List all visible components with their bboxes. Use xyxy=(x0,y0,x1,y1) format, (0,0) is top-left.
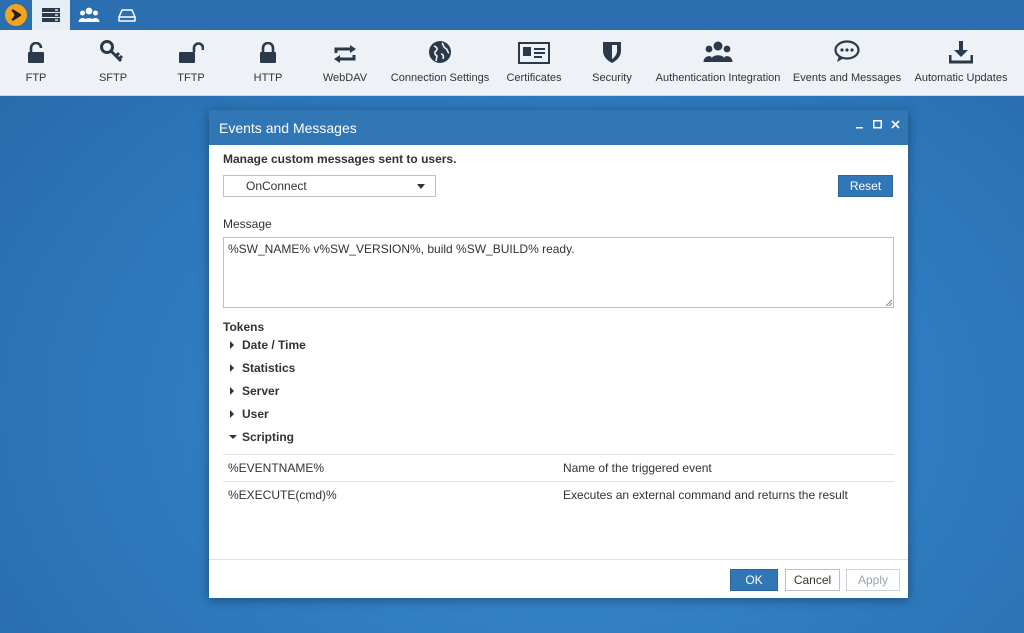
toolbar-label: Connection Settings xyxy=(390,72,490,84)
toolbar-item-ftp[interactable]: FTP xyxy=(16,30,56,96)
server-list-icon xyxy=(42,8,60,22)
dialog-title: Events and Messages xyxy=(219,119,357,136)
minimize-icon[interactable] xyxy=(856,121,864,129)
lock-open-icon xyxy=(28,42,44,63)
download-icon xyxy=(949,41,973,64)
app-logo[interactable] xyxy=(0,0,32,30)
reset-button[interactable]: Reset xyxy=(838,175,893,197)
ok-button[interactable]: OK xyxy=(730,569,778,591)
maximize-icon[interactable] xyxy=(873,120,882,129)
toolbar-item-tftp[interactable]: TFTP xyxy=(171,30,211,96)
token-description: Executes an external command and returns… xyxy=(563,488,848,502)
key-icon xyxy=(100,40,124,63)
token-group-label: Statistics xyxy=(242,361,296,375)
top-bar xyxy=(0,0,1024,30)
toolbar-label: HTTP xyxy=(253,72,283,84)
toolbar-item-certificates[interactable]: Certificates xyxy=(506,30,562,96)
lock-open-icon xyxy=(179,42,204,63)
app-logo-icon xyxy=(5,4,27,26)
caret-right-icon xyxy=(230,410,234,418)
tab-users[interactable] xyxy=(70,0,108,30)
lock-icon xyxy=(260,42,276,63)
users-icon xyxy=(703,41,733,62)
toolbar-item-automatic-updates[interactable]: Automatic Updates xyxy=(914,30,1008,96)
close-icon[interactable] xyxy=(891,120,900,129)
drive-icon xyxy=(118,9,136,22)
token-group-label: Server xyxy=(242,384,280,398)
dialog-body: Manage custom messages sent to users. On… xyxy=(209,145,908,559)
toolbar-item-connection-settings[interactable]: Connection Settings xyxy=(390,30,490,96)
resize-grip-icon[interactable] xyxy=(885,299,893,307)
toolbar-item-sftp[interactable]: SFTP xyxy=(93,30,133,96)
toolbar-item-webdav[interactable]: WebDAV xyxy=(320,30,370,96)
tab-servers[interactable] xyxy=(32,0,70,30)
toolbar-label: TFTP xyxy=(177,72,205,84)
table-row[interactable]: %EVENTNAME% Name of the triggered event xyxy=(223,454,894,481)
token-group-label: Scripting xyxy=(242,430,295,444)
tokens-label: Tokens xyxy=(223,320,265,334)
token-name: %EXECUTE(cmd)% xyxy=(228,488,337,502)
toolbar-label: FTP xyxy=(25,72,47,84)
dialog-header[interactable]: Events and Messages xyxy=(209,110,908,145)
sync-icon xyxy=(334,45,356,63)
dialog-intro: Manage custom messages sent to users. xyxy=(223,152,457,166)
main-toolbar: FTP SFTP TFTP HTTP WebDAV Connection Set… xyxy=(0,30,1024,96)
caret-right-icon xyxy=(230,387,234,395)
toolbar-item-http[interactable]: HTTP xyxy=(247,30,289,96)
toolbar-label: Events and Messages xyxy=(792,72,902,84)
toolbar-label: Automatic Updates xyxy=(914,72,1008,84)
token-group-server[interactable]: Server xyxy=(229,382,279,400)
dialog-footer: OK Cancel Apply xyxy=(209,559,908,598)
certificate-icon xyxy=(518,42,550,64)
shield-icon xyxy=(603,42,621,63)
tab-storage[interactable] xyxy=(108,0,146,30)
toolbar-label: Authentication Integration xyxy=(655,72,781,84)
message-label: Message xyxy=(223,217,272,231)
message-textarea[interactable]: %SW_NAME% v%SW_VERSION%, build %SW_BUILD… xyxy=(223,237,894,308)
toolbar-item-security[interactable]: Security xyxy=(590,30,634,96)
token-group-scripting[interactable]: Scripting xyxy=(229,428,294,446)
chat-icon xyxy=(834,40,860,62)
cancel-button[interactable]: Cancel xyxy=(785,569,840,591)
users-icon xyxy=(78,7,100,22)
token-group-label: Date / Time xyxy=(242,338,306,352)
toolbar-item-events-and-messages[interactable]: Events and Messages xyxy=(792,30,902,96)
toolbar-label: Certificates xyxy=(506,72,562,84)
toolbar-label: Security xyxy=(592,72,632,84)
token-name: %EVENTNAME% xyxy=(228,461,325,475)
caret-right-icon xyxy=(230,364,234,372)
toolbar-label: WebDAV xyxy=(322,72,368,84)
events-and-messages-dialog: Events and Messages Manage custom messag… xyxy=(209,110,908,598)
table-row[interactable]: %EXECUTE(cmd)% Executes an external comm… xyxy=(223,481,894,508)
caret-down-icon xyxy=(229,435,237,439)
token-group-date-time[interactable]: Date / Time xyxy=(229,336,306,354)
token-group-user[interactable]: User xyxy=(229,405,269,423)
globe-icon xyxy=(429,41,451,63)
token-description: Name of the triggered event xyxy=(563,461,712,475)
token-group-label: User xyxy=(242,407,269,421)
caret-right-icon xyxy=(230,341,234,349)
toolbar-label: SFTP xyxy=(98,72,128,84)
token-group-statistics[interactable]: Statistics xyxy=(229,359,295,377)
event-select[interactable]: OnConnect xyxy=(223,175,436,197)
event-select-value: OnConnect xyxy=(246,179,307,193)
chevron-down-icon xyxy=(417,184,425,189)
toolbar-item-authentication-integration[interactable]: Authentication Integration xyxy=(656,30,780,96)
apply-button[interactable]: Apply xyxy=(846,569,900,591)
